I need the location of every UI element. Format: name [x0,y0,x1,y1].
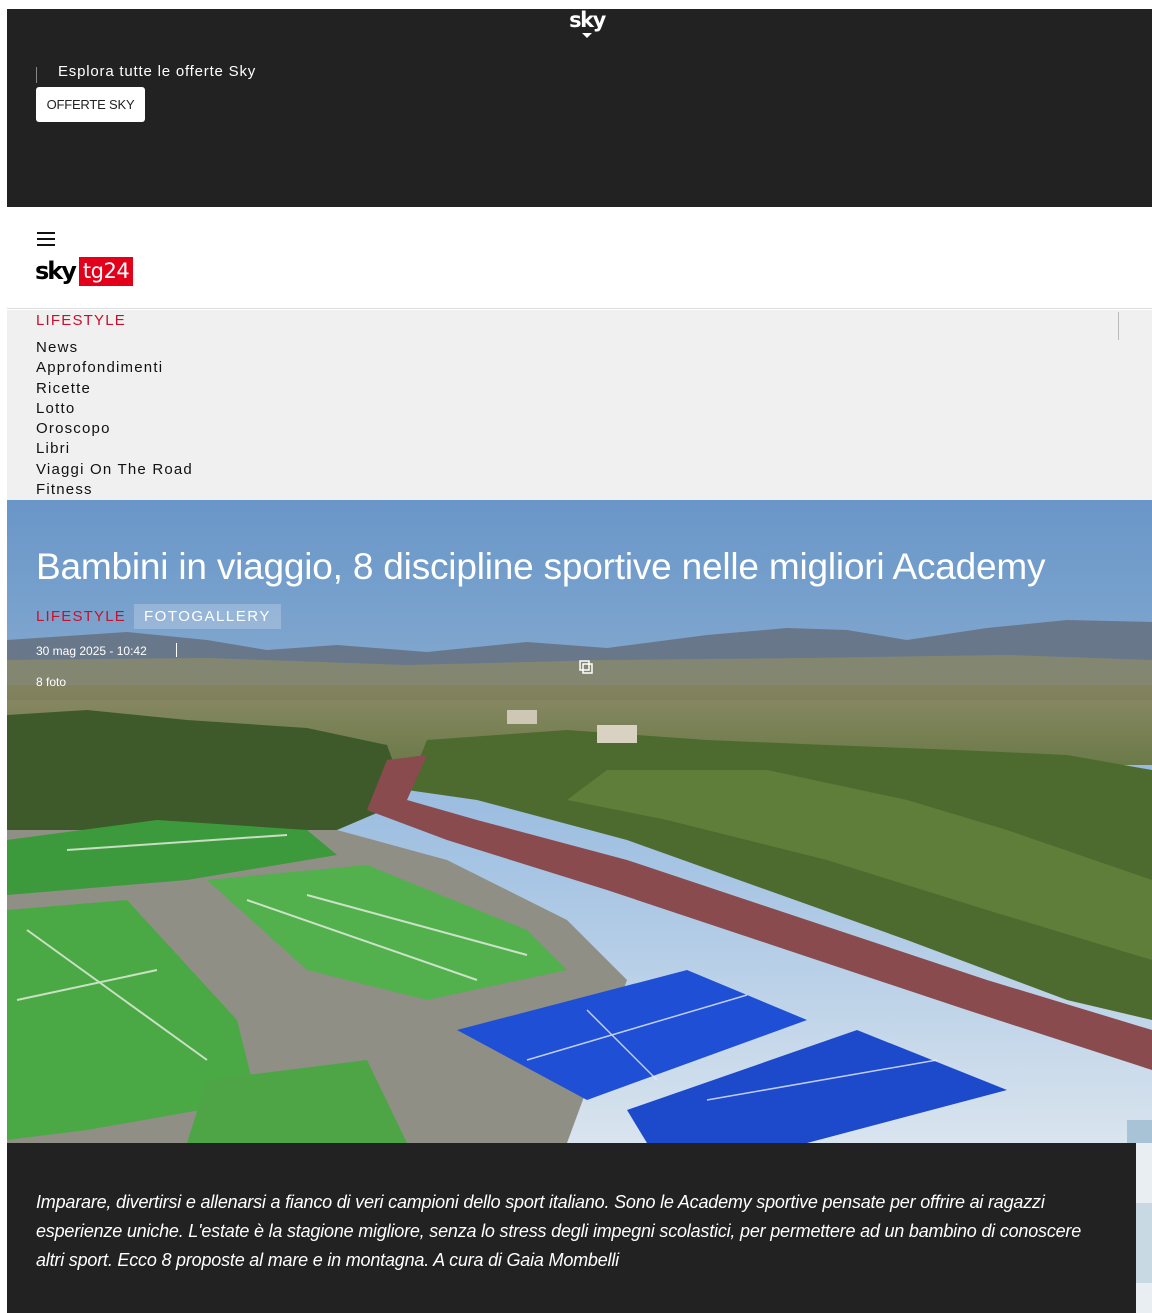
category-tag[interactable]: LIFESTYLE [36,608,126,625]
hero-gallery-image[interactable]: Bambini in viaggio, 8 discipline sportiv… [7,500,1152,1143]
banner-divider [36,67,37,83]
offerte-sky-button[interactable]: OFFERTE SKY [36,87,145,122]
menu-icon[interactable] [37,232,55,246]
nav-scrollbar[interactable] [1118,312,1119,340]
nav-item-fitness[interactable]: Fitness [36,480,193,500]
article-date: 30 mag 2025 - 10:42 [36,644,147,658]
fotogallery-badge: FOTOGALLERY [134,604,281,629]
article-caption: Imparare, divertirsi e allenarsi a fianc… [36,1192,1082,1270]
sky-logo[interactable]: sky [567,9,607,43]
nav-item-oroscopo[interactable]: Oroscopo [36,419,193,439]
page-edge [0,0,7,1313]
article-caption-box: Imparare, divertirsi e allenarsi a fianc… [7,1143,1136,1313]
article-title: Bambini in viaggio, 8 discipline sportiv… [36,546,1046,587]
next-slide-peek[interactable] [1136,1143,1152,1313]
date-separator [176,643,177,657]
nav-item-ricette[interactable]: Ricette [36,379,193,399]
nav-item-viaggi[interactable]: Viaggi On The Road [36,460,193,480]
skytg24-logo[interactable]: sky tg24 [35,255,134,287]
photo-count: 8 foto [36,675,67,689]
nav-item-approfondimenti[interactable]: Approfondimenti [36,358,193,378]
gallery-icon [579,660,593,674]
brand-tg24-text: tg24 [78,256,134,286]
brand-sky-text: sky [35,257,77,285]
offers-promo-text: Esplora tutte le offerte Sky [58,63,257,80]
section-title[interactable]: LIFESTYLE [36,312,126,329]
caret-down-icon [582,33,592,38]
sky-offers-banner: sky Esplora tutte le offerte Sky OFFERTE… [7,9,1152,207]
nav-item-libri[interactable]: Libri [36,439,193,459]
nav-item-lotto[interactable]: Lotto [36,399,193,419]
nav-item-news[interactable]: News [36,338,193,358]
site-header: sky tg24 [7,207,1152,309]
article-tags: LIFESTYLE FOTOGALLERY [36,604,281,629]
sky-logo-text: sky [569,8,606,32]
hero-photo [7,500,1152,1143]
next-slide-preview [1136,1203,1152,1283]
section-navigation: LIFESTYLE News Approfondimenti Ricette L… [7,310,1152,500]
section-nav-list: News Approfondimenti Ricette Lotto Orosc… [36,338,193,500]
